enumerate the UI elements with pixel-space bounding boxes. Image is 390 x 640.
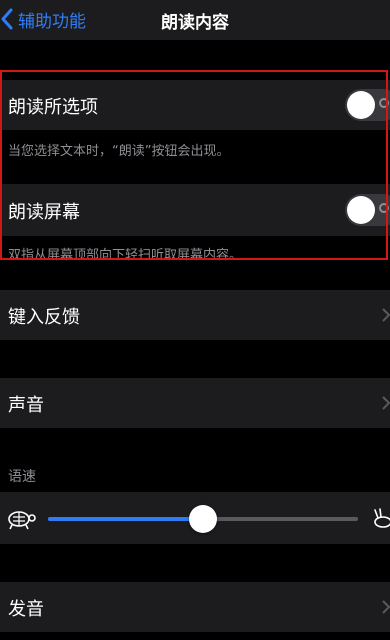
speaking-rate-slider-fill xyxy=(48,517,203,521)
speaking-rate-title: 语速 xyxy=(8,469,36,485)
voices-row[interactable]: 声音 xyxy=(0,378,390,428)
page-title: 朗读内容 xyxy=(161,13,229,33)
navigation-bar: 辅助功能 朗读内容 xyxy=(0,0,390,40)
toggle-knob xyxy=(347,196,375,224)
speak-selection-note: 当您选择文本时，“朗读”按钮会出现。 xyxy=(8,144,230,159)
rabbit-icon xyxy=(374,508,390,528)
toggle-knob xyxy=(347,91,375,119)
pronunciations-row[interactable]: 发音 xyxy=(0,582,390,632)
chevron-right-icon xyxy=(382,396,390,410)
turtle-icon xyxy=(8,511,36,530)
speak-selection-toggle[interactable] xyxy=(345,89,390,121)
voices-label: 声音 xyxy=(8,395,44,416)
typing-feedback-row[interactable]: 键入反馈 xyxy=(0,290,390,340)
chevron-right-icon xyxy=(382,600,390,614)
speak-screen-note: 双指从屏幕顶部向下轻扫听取屏幕内容。 xyxy=(8,248,243,263)
speak-screen-row: 朗读屏幕 xyxy=(0,184,390,236)
speak-screen-toggle[interactable] xyxy=(345,194,390,226)
speak-selection-label: 朗读所选项 xyxy=(8,97,98,118)
pronunciations-label: 发音 xyxy=(8,599,44,620)
toggle-off-indicator-icon xyxy=(379,203,389,213)
speak-selection-row: 朗读所选项 xyxy=(0,80,390,130)
speak-screen-label: 朗读屏幕 xyxy=(8,202,80,223)
speaking-rate-slider-thumb[interactable] xyxy=(189,505,217,533)
typing-feedback-label: 键入反馈 xyxy=(8,307,80,328)
toggle-off-indicator-icon xyxy=(379,98,389,108)
chevron-right-icon xyxy=(382,308,390,322)
